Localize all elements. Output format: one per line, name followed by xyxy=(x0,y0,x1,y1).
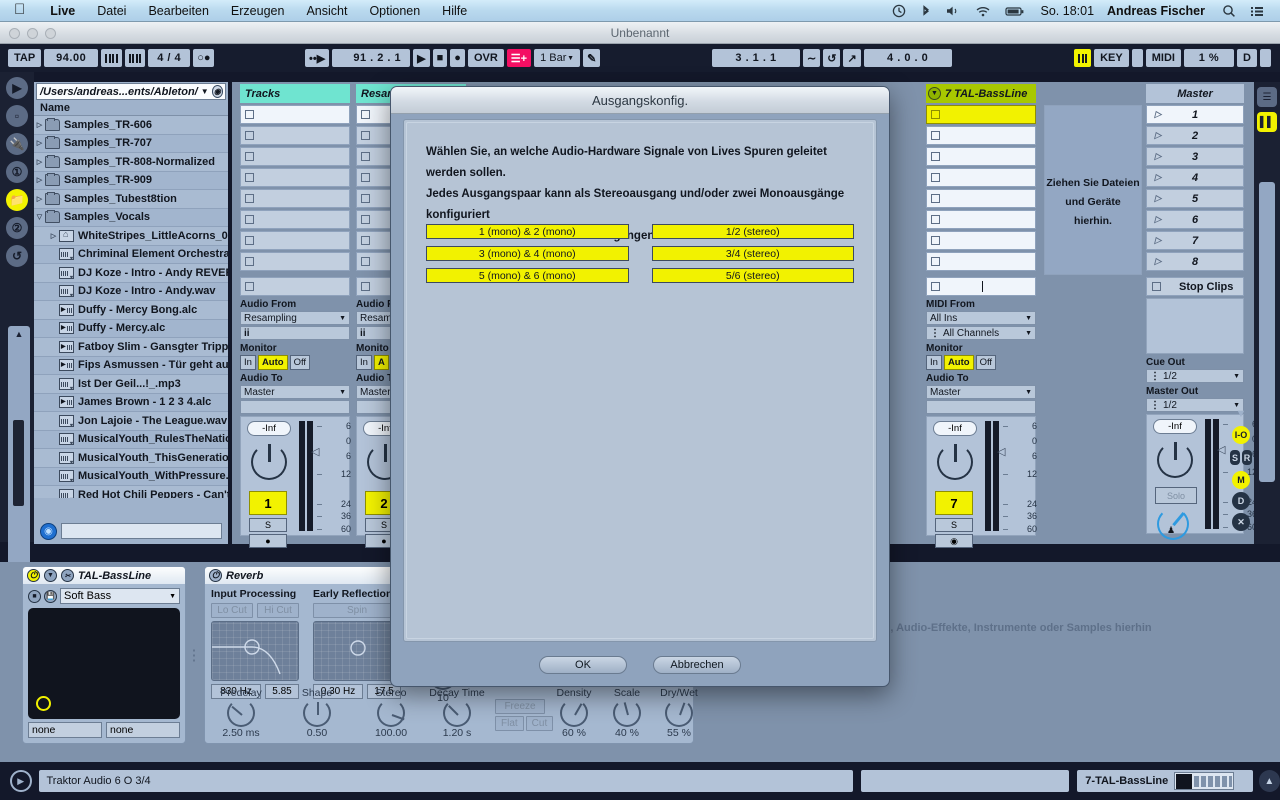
mono-output-toggle[interactable]: 3 (mono) & 4 (mono) xyxy=(426,246,629,261)
dialog-description-line-2: Jedes Ausgangspaar kann als Stereoausgan… xyxy=(426,188,845,221)
cancel-button[interactable]: Abbrechen xyxy=(653,656,741,674)
dialog-body: Wählen Sie, an welche Audio-Hardware Sig… xyxy=(403,119,877,642)
dialog-buttons: OK Abbrechen xyxy=(391,656,889,674)
channel-config-row: 5 (mono) & 6 (mono) 5/6 (stereo) xyxy=(426,268,854,283)
channel-config-row: 3 (mono) & 4 (mono) 3/4 (stereo) xyxy=(426,246,854,261)
stereo-output-toggle[interactable]: 3/4 (stereo) xyxy=(651,246,854,261)
ok-button[interactable]: OK xyxy=(539,656,627,674)
output-config-dialog: Ausgangskonfig. Wählen Sie, an welche Au… xyxy=(390,86,890,687)
channel-config-list: 1 (mono) & 2 (mono) 1/2 (stereo) 3 (mono) … xyxy=(426,224,854,290)
stereo-output-toggle[interactable]: 1/2 (stereo) xyxy=(651,224,854,239)
dialog-description-line-1: Wählen Sie, an welche Audio-Hardware Sig… xyxy=(426,146,827,179)
app-root:  Live Datei Bearbeiten Erzeugen Ansicht… xyxy=(0,0,1280,800)
stereo-output-toggle[interactable]: 5/6 (stereo) xyxy=(651,268,854,283)
channel-config-row: 1 (mono) & 2 (mono) 1/2 (stereo) xyxy=(426,224,854,239)
mono-output-toggle[interactable]: 5 (mono) & 6 (mono) xyxy=(426,268,629,283)
mono-output-toggle[interactable]: 1 (mono) & 2 (mono) xyxy=(426,224,629,239)
dialog-title: Ausgangskonfig. xyxy=(391,87,889,114)
